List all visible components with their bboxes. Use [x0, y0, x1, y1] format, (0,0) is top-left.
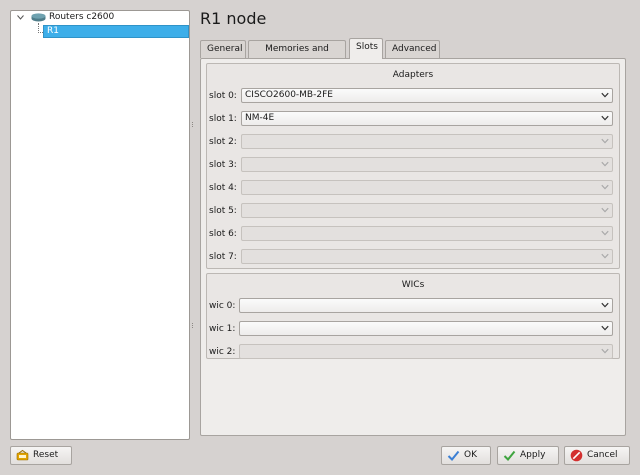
wic-slot-label-0: wic 0:: [209, 301, 236, 311]
adapter-slot-select-0[interactable]: CISCO2600-MB-2FE: [241, 88, 613, 103]
wics-group-title: WICs: [401, 280, 425, 290]
cancel-icon: [570, 449, 583, 462]
ok-label: OK: [464, 450, 477, 460]
tree-label-root: Routers c2600: [49, 12, 115, 22]
adapter-slot-select-2: [241, 134, 613, 149]
wic-slot-select-2: [239, 344, 613, 359]
adapter-slot-select-7: [241, 249, 613, 264]
adapter-slot-select-6: [241, 226, 613, 241]
chevron-down-icon: [601, 348, 609, 354]
adapter-slot-select-3: [241, 157, 613, 172]
wic-slot-select-1[interactable]: [239, 321, 613, 336]
chevron-down-icon: [601, 325, 609, 331]
adapter-slot-select-value-0: CISCO2600-MB-2FE: [245, 90, 333, 100]
check-icon: [503, 450, 516, 461]
adapter-slot-label-0: slot 0:: [209, 91, 237, 101]
chevron-down-icon: [601, 161, 609, 167]
tree-item-r1[interactable]: R1: [43, 25, 189, 38]
chevron-down-icon: [601, 92, 609, 98]
adapter-slot-label-1: slot 1:: [209, 114, 237, 124]
cancel-button[interactable]: Cancel: [564, 446, 630, 465]
chevron-down-icon: [601, 138, 609, 144]
router-icon: [31, 13, 46, 22]
chevron-down-icon: [601, 115, 609, 121]
reset-button[interactable]: Reset: [10, 446, 72, 465]
apply-button[interactable]: Apply: [497, 446, 559, 465]
adapters-group-title: Adapters: [392, 70, 434, 80]
splitter-handle[interactable]: [191, 322, 194, 330]
adapter-slot-select-1[interactable]: NM-4E: [241, 111, 613, 126]
tab-memories-and-disks[interactable]: Memories and disks: [248, 40, 346, 70]
ok-button[interactable]: OK: [441, 446, 491, 465]
reset-icon: [16, 449, 29, 461]
adapter-slot-select-value-1: NM-4E: [245, 113, 275, 123]
chevron-down-icon: [601, 302, 609, 308]
chevron-down-icon: [601, 184, 609, 190]
wic-slot-label-2: wic 2:: [209, 347, 236, 357]
adapter-slot-select-5: [241, 203, 613, 218]
node-tree[interactable]: Routers c2600 R1: [10, 10, 190, 440]
adapter-slot-select-4: [241, 180, 613, 195]
chevron-down-icon[interactable]: [17, 14, 24, 21]
adapter-slot-label-7: slot 7:: [209, 252, 237, 262]
adapter-slot-label-5: slot 5:: [209, 206, 237, 216]
tab-general[interactable]: General: [200, 40, 246, 58]
chevron-down-icon: [601, 207, 609, 213]
cancel-label: Cancel: [587, 450, 618, 460]
chevron-down-icon: [601, 253, 609, 259]
wic-slot-label-1: wic 1:: [209, 324, 236, 334]
page-title: R1 node: [200, 9, 267, 28]
adapter-slot-label-4: slot 4:: [209, 183, 237, 193]
adapter-slot-label-6: slot 6:: [209, 229, 237, 239]
chevron-down-icon: [601, 230, 609, 236]
check-icon: [447, 450, 460, 461]
splitter-handle[interactable]: [191, 121, 194, 129]
adapter-slot-label-3: slot 3:: [209, 160, 237, 170]
adapter-slot-label-2: slot 2:: [209, 137, 237, 147]
tab-advanced[interactable]: Advanced: [385, 40, 440, 58]
reset-label: Reset: [33, 450, 59, 460]
apply-label: Apply: [520, 450, 546, 460]
wic-slot-select-0[interactable]: [239, 298, 613, 313]
tab-slots[interactable]: Slots: [349, 38, 383, 59]
